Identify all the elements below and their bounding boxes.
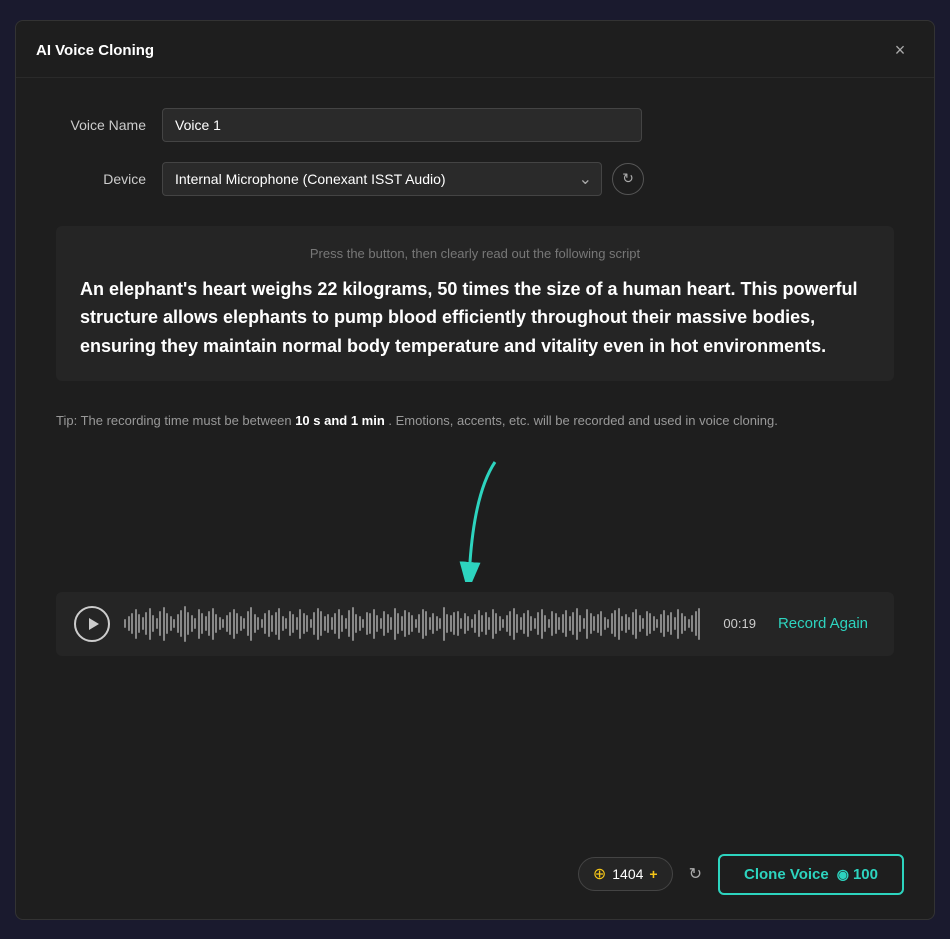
close-button[interactable]: × <box>886 37 914 65</box>
device-label: Device <box>56 171 146 187</box>
play-button[interactable] <box>74 606 110 642</box>
clone-voice-button[interactable]: Clone Voice ◉ 100 <box>718 854 904 895</box>
credits-plus: + <box>649 866 657 882</box>
voice-name-input[interactable] <box>162 108 642 142</box>
audio-player: 00:19 Record Again <box>56 592 894 656</box>
tip-suffix: . Emotions, accents, etc. will be record… <box>385 413 778 428</box>
time-display: 00:19 <box>716 616 756 631</box>
arrow-area <box>56 452 894 572</box>
device-select-wrapper: Internal Microphone (Conexant ISST Audio… <box>162 162 602 196</box>
credits-amount: 1404 <box>612 866 643 882</box>
dialog-header: AI Voice Cloning × <box>16 21 934 78</box>
refresh-device-button[interactable]: ↻ <box>612 163 644 195</box>
device-select[interactable]: Internal Microphone (Conexant ISST Audio… <box>162 162 602 196</box>
script-text: An elephant's heart weighs 22 kilograms,… <box>80 275 870 361</box>
dialog-title: AI Voice Cloning <box>36 42 154 59</box>
device-row: Device Internal Microphone (Conexant ISS… <box>56 162 894 196</box>
arrow-icon <box>415 452 535 582</box>
tip-highlight: 10 s and 1 min <box>295 413 385 428</box>
script-hint: Press the button, then clearly read out … <box>80 246 870 261</box>
tip-text: Tip: The recording time must be between … <box>56 411 894 432</box>
clone-cost-display: ◉ 100 <box>837 866 878 883</box>
clone-voice-label: Clone Voice <box>744 866 829 883</box>
dialog-footer: ⊕ 1404 + ↻ Clone Voice ◉ 100 <box>16 834 934 919</box>
voice-name-label: Voice Name <box>56 117 146 133</box>
waveform <box>124 606 702 642</box>
voice-name-row: Voice Name <box>56 108 894 142</box>
clone-cost-amount: 100 <box>853 866 878 883</box>
ai-voice-cloning-dialog: AI Voice Cloning × Voice Name Device Int… <box>15 20 935 920</box>
credits-icon: ⊕ <box>593 864 606 884</box>
credits-badge: ⊕ 1404 + <box>578 857 673 891</box>
device-controls: Internal Microphone (Conexant ISST Audio… <box>162 162 644 196</box>
dialog-body: Voice Name Device Internal Microphone (C… <box>16 78 934 834</box>
tip-prefix: Tip: The recording time must be between <box>56 413 295 428</box>
script-box: Press the button, then clearly read out … <box>56 226 894 381</box>
clone-cost-icon: ◉ <box>837 866 849 883</box>
refresh-credits-button[interactable]: ↻ <box>685 860 706 888</box>
record-again-button[interactable]: Record Again <box>770 611 876 636</box>
